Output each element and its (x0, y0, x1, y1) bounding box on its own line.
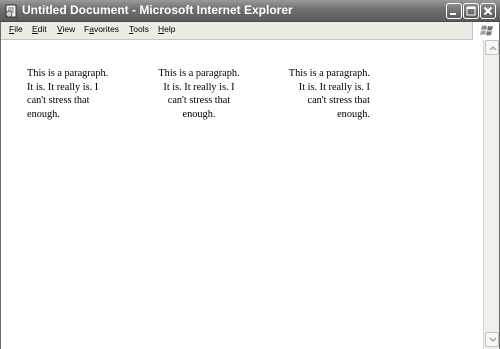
maximize-button[interactable] (463, 3, 479, 19)
menu-file[interactable]: File (9, 24, 23, 34)
menu-bar: File Edit View Favorites Tools Help (0, 22, 500, 40)
menu-edit[interactable]: Edit (32, 24, 47, 34)
ie-document-icon[interactable] (4, 4, 18, 18)
close-button[interactable] (480, 3, 496, 19)
window-titlebar[interactable]: Untitled Document - Microsoft Internet E… (0, 0, 500, 22)
menu-favorites[interactable]: Favorites (84, 24, 119, 34)
windows-flag-icon (480, 25, 493, 36)
menu-view[interactable]: View (57, 24, 75, 34)
scroll-up-button[interactable] (485, 40, 499, 55)
close-icon (483, 6, 493, 16)
minimize-button[interactable] (446, 3, 462, 19)
paragraph-left-aligned: This is a paragraph. It is. It really is… (27, 68, 109, 120)
scroll-down-arrow-icon (489, 337, 497, 343)
maximize-icon (466, 6, 476, 16)
paragraph-center-aligned: This is a paragraph. It is. It really is… (158, 68, 240, 120)
window-frame-left (0, 22, 1, 349)
scroll-up-arrow-icon (489, 45, 497, 51)
paragraph-right-aligned: This is a paragraph. It is. It really is… (288, 68, 370, 120)
windows-logo (472, 22, 500, 40)
page-content: This is a paragraph. It is. It really is… (0, 40, 483, 349)
vertical-scrollbar[interactable] (483, 40, 500, 349)
window-title: Untitled Document - Microsoft Internet E… (22, 3, 293, 17)
menu-tools[interactable]: Tools (129, 24, 149, 34)
scroll-down-button[interactable] (485, 332, 499, 347)
menu-help[interactable]: Help (158, 24, 175, 34)
minimize-icon (450, 13, 456, 15)
